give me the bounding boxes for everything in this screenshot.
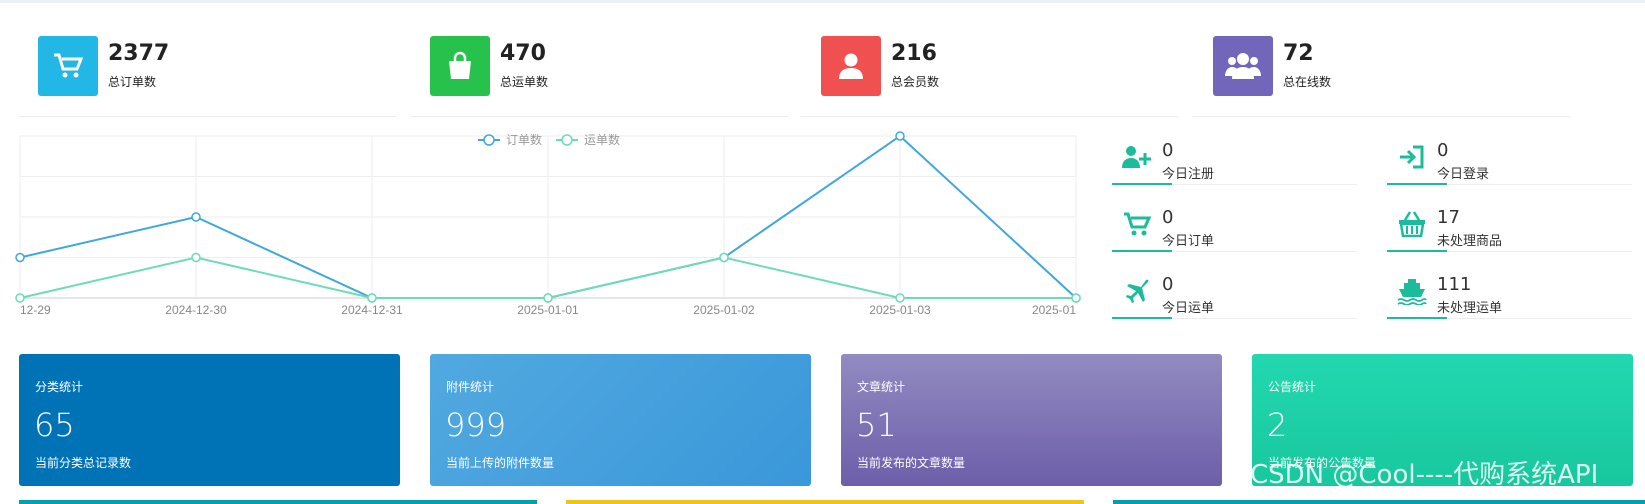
bottom-strip	[566, 500, 1084, 504]
legend-marker	[561, 134, 573, 146]
mini-stat-value: 17	[1437, 207, 1460, 228]
chart-svg: 12-29 2024-12-30 2024-12-31 2025-01-01 2025-…	[15, 131, 1081, 317]
stat-value: 72	[1283, 41, 1314, 66]
accent-bar	[1387, 317, 1447, 319]
mini-stat-pending-goods: 17 未处理商品	[1387, 199, 1632, 252]
data-point	[15, 252, 25, 263]
panel-desc: 当前发布的文章数量	[857, 456, 966, 470]
x-tick-label: 2024-12-30	[165, 303, 227, 317]
stat-card-online: 72 总在线数	[1193, 30, 1571, 117]
data-point	[895, 131, 905, 141]
stat-card-members: 216 总会员数	[801, 30, 1179, 117]
watermark: CSDN @Cool----代购系统API	[1250, 460, 1599, 490]
panel-desc: 当前分类总记录数	[35, 456, 132, 470]
legend-label: 订单数	[506, 132, 542, 147]
panel-value: 999	[445, 406, 507, 444]
panel-value: 2	[1267, 406, 1288, 444]
panel-title: 附件统计	[446, 380, 495, 394]
panel-value: 65	[34, 406, 75, 444]
cart-icon	[38, 36, 98, 96]
mini-stat-value: 111	[1437, 274, 1472, 295]
stat-value: 2377	[108, 41, 170, 66]
mini-stat-label: 今日登录	[1437, 167, 1490, 182]
bottom-strip	[1113, 500, 1645, 504]
mini-stat-label: 今日注册	[1162, 167, 1215, 182]
line-chart: 12-29 2024-12-30 2024-12-31 2025-01-01 2025-…	[0, 128, 1100, 328]
users-icon	[1213, 36, 1273, 96]
mini-stat-label: 今日订单	[1162, 234, 1215, 249]
data-point	[895, 293, 905, 303]
panel-article-stats: 文章统计 51 当前发布的文章数量	[841, 354, 1222, 486]
accent-bar	[1387, 183, 1447, 185]
x-tick-label: 2025-01-01	[517, 303, 579, 317]
stat-card-waybills: 470 总运单数	[410, 30, 788, 117]
mini-stat-today-orders: 0 今日订单	[1112, 199, 1357, 252]
mini-stat-today-register: 0 今日注册	[1112, 132, 1357, 185]
mini-stat-value: 0	[1162, 140, 1174, 161]
x-tick-label: 12-29	[20, 303, 51, 317]
mini-stat-today-login: 0 今日登录	[1387, 132, 1632, 185]
data-point	[1071, 293, 1081, 303]
mini-stat-value: 0	[1162, 207, 1174, 228]
mini-stat-value: 0	[1162, 274, 1174, 295]
x-tick-label: 2025-01-02	[693, 303, 755, 317]
stat-value: 216	[891, 41, 937, 66]
stat-value: 470	[500, 41, 546, 66]
mini-stat-label: 今日运单	[1162, 301, 1215, 316]
mini-stat-label: 未处理商品	[1437, 234, 1503, 249]
panel-category-stats: 分类统计 65 当前分类总记录数	[19, 354, 400, 486]
accent-bar	[1112, 183, 1172, 185]
data-point	[15, 293, 25, 303]
panel-desc: 当前上传的附件数量	[446, 456, 555, 470]
accent-bar	[1112, 250, 1172, 252]
mini-stat-value: 0	[1437, 140, 1449, 161]
data-point	[367, 293, 377, 303]
x-tick-label: 2024-12-31	[341, 303, 403, 317]
panel-attachment-stats: 附件统计 999 当前上传的附件数量	[430, 354, 811, 486]
basket-icon	[1395, 209, 1429, 239]
bottom-strip	[19, 500, 537, 504]
accent-bar	[1387, 250, 1447, 252]
ship-icon	[1395, 276, 1429, 306]
x-tick-label: 2025-01	[1032, 303, 1076, 317]
mini-stat-today-waybills: 0 今日运单	[1112, 266, 1357, 319]
data-point	[543, 293, 553, 303]
legend-marker	[483, 134, 495, 146]
shopping-bag-icon	[430, 36, 490, 96]
panel-title: 公告统计	[1268, 380, 1317, 394]
mini-stat-pending-waybills: 111 未处理运单	[1387, 266, 1632, 319]
data-point	[719, 252, 729, 263]
panel-title: 分类统计	[35, 380, 84, 394]
mini-stat-label: 未处理运单	[1437, 301, 1503, 316]
panel-title: 文章统计	[857, 380, 906, 394]
cart-icon	[1120, 209, 1154, 239]
x-tick-label: 2025-01-03	[869, 303, 931, 317]
legend-label: 运单数	[584, 132, 620, 147]
stat-label: 总在线数	[1283, 75, 1332, 89]
stat-label: 总运单数	[500, 75, 549, 89]
user-icon	[821, 36, 881, 96]
data-point	[191, 212, 201, 222]
stat-label: 总订单数	[108, 75, 157, 89]
plane-icon	[1120, 276, 1154, 306]
data-point	[191, 252, 201, 263]
user-plus-icon	[1120, 142, 1154, 172]
stat-card-orders: 2377 总订单数	[18, 30, 396, 117]
top-divider	[0, 0, 1645, 3]
sign-in-icon	[1395, 142, 1429, 172]
accent-bar	[1112, 317, 1172, 319]
panel-value: 51	[856, 406, 897, 444]
stat-label: 总会员数	[891, 75, 940, 89]
